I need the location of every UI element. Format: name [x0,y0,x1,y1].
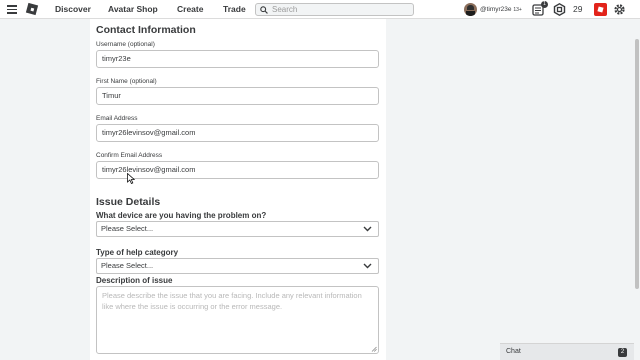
settings-gear-icon[interactable] [613,3,626,16]
chat-bar[interactable]: Chat 2 [500,343,634,360]
category-select[interactable]: Please Select... [96,258,379,274]
age-label: 13+ [513,7,522,13]
contact-information-heading: Contact Information [96,24,196,36]
chevron-down-icon [363,226,372,232]
chat-count-badge: 2 [618,348,627,357]
issue-details-heading: Issue Details [96,196,161,208]
search-input[interactable] [272,5,402,14]
premium-icon[interactable] [594,3,607,16]
category-question-label: Type of help category [96,248,179,257]
menu-icon[interactable] [7,5,17,14]
confirm-email-field-label: Confirm Email Address [96,152,163,159]
search-icon [260,5,268,14]
first-name-field-label: First Name (optional) [96,78,157,85]
device-select-value: Please Select... [101,224,154,233]
robux-balance[interactable]: 29 [573,0,582,19]
notifications-icon[interactable]: 1 [532,1,548,16]
username-field[interactable]: timyr23e [96,50,379,68]
robux-icon[interactable] [553,2,566,17]
first-name-field[interactable]: Timur [96,87,379,105]
description-placeholder: Please describe the issue that you are f… [102,291,362,311]
mouse-pointer-icon [127,173,135,184]
nav-trade[interactable]: Trade [223,0,246,19]
device-question-label: What device are you having the problem o… [96,211,267,220]
username-text: @timyr23e [480,6,512,13]
roblox-logo-icon[interactable] [25,2,39,16]
support-form: Contact Information Username (optional) … [90,19,386,360]
device-select[interactable]: Please Select... [96,221,379,237]
nav-avatar-shop[interactable]: Avatar Shop [108,0,158,19]
search-box[interactable] [255,3,414,16]
avatar[interactable] [464,3,477,16]
description-label: Description of issue [96,276,173,285]
nav-discover[interactable]: Discover [55,0,91,19]
username-field-label: Username (optional) [96,41,155,48]
scrollbar-thumb[interactable] [635,39,639,289]
description-textarea[interactable]: Please describe the issue that you are f… [96,286,379,354]
resize-handle-icon[interactable] [371,346,377,352]
category-select-value: Please Select... [101,261,154,270]
chevron-down-icon [363,263,372,269]
page-scrollbar[interactable] [634,19,640,360]
notification-badge: 1 [541,1,548,8]
nav-create[interactable]: Create [177,0,203,19]
email-field-label: Email Address [96,115,138,122]
chat-label: Chat [506,348,521,355]
username-label[interactable]: @timyr23e 13+ [480,0,522,19]
confirm-email-field[interactable]: timyr26levinsov@gmail.com [96,161,379,179]
email-field[interactable]: timyr26levinsov@gmail.com [96,124,379,142]
top-navigation-bar: Discover Avatar Shop Create Trade @timyr… [0,0,640,19]
